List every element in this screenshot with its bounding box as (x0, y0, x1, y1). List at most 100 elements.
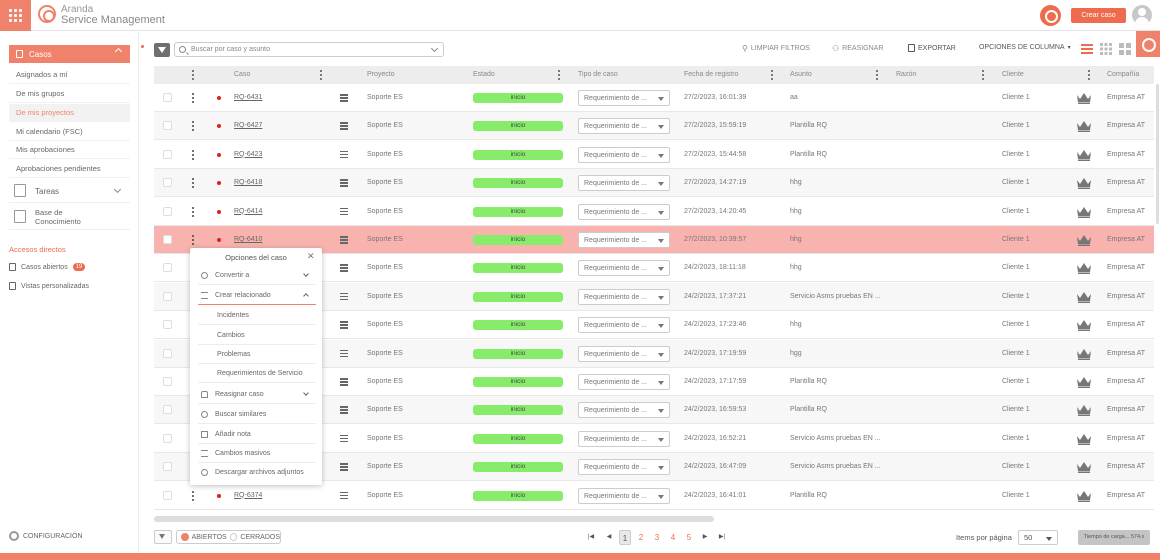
sidebar-item-pendientes[interactable]: Aprobaciones pendientes (9, 160, 130, 178)
header-menu-icon[interactable] (982, 70, 984, 80)
case-type-select[interactable]: Requerimiento de ... (578, 232, 670, 248)
case-link[interactable]: RQ-6414 (234, 198, 262, 226)
row-checkbox[interactable] (163, 405, 172, 415)
details-icon[interactable] (340, 491, 348, 500)
create-case-button[interactable]: Crear caso (1071, 8, 1126, 23)
menu-item-buscar-similares[interactable]: Buscar similares (198, 405, 316, 424)
details-icon[interactable] (340, 463, 348, 471)
details-icon[interactable] (340, 406, 348, 414)
menu-item-descargar-adjuntos[interactable]: Descargar archivos adjuntos (198, 463, 316, 482)
case-type-select[interactable]: Requerimiento de ... (578, 374, 670, 390)
cerrados-radio[interactable] (229, 533, 238, 541)
col-compania[interactable]: Compañía (1107, 66, 1139, 84)
row-checkbox[interactable] (163, 320, 172, 330)
user-avatar[interactable] (1132, 5, 1152, 25)
menu-item-convertir[interactable]: Convertir a (198, 266, 316, 285)
row-checkbox[interactable] (163, 462, 172, 472)
table-row[interactable]: RQ-6427 Soporte ES inicio Requerimiento de … (154, 112, 1154, 141)
col-caso[interactable]: Caso (234, 66, 250, 84)
row-checkbox[interactable] (163, 377, 172, 386)
menu-sub-cambios[interactable]: Cambios (198, 326, 316, 345)
col-asunto[interactable]: Asunto (790, 66, 812, 84)
sidebar-item-tareas[interactable]: Tareas (9, 181, 130, 203)
grid-view-icon[interactable] (1100, 43, 1112, 55)
row-checkbox[interactable] (163, 149, 172, 159)
table-row[interactable]: RQ-6423 Soporte ES inicio Requerimiento de … (154, 140, 1154, 169)
case-link[interactable]: RQ-6418 (234, 169, 262, 197)
case-type-select[interactable]: Requerimiento de ... (578, 487, 670, 504)
case-type-select[interactable]: Requerimiento de ... (578, 203, 670, 220)
case-type-select[interactable]: Requerimiento de ... (578, 430, 670, 447)
case-type-select[interactable]: Requerimiento de ... (578, 317, 670, 334)
card-view-icon[interactable] (1119, 43, 1131, 55)
details-icon[interactable] (340, 122, 348, 130)
case-type-select[interactable]: Requerimiento de ... (578, 175, 670, 192)
header-menu-icon[interactable] (558, 70, 560, 80)
row-checkbox[interactable] (163, 206, 172, 216)
configuracion-button[interactable]: CONFIGURACIÓN (9, 531, 83, 541)
first-page-icon[interactable]: |◀ (586, 530, 596, 545)
case-link[interactable]: RQ-6431 (234, 84, 262, 112)
sidebar-item-base-conocimiento[interactable]: Base de Conocimiento (9, 206, 130, 230)
search-box[interactable] (174, 42, 444, 57)
row-checkbox[interactable] (163, 490, 172, 500)
sidebar-item-asignados[interactable]: Asignados a mí (9, 66, 130, 84)
case-type-select[interactable]: Requerimiento de ... (578, 402, 670, 419)
footer-filter-button[interactable] (154, 530, 172, 544)
row-options-icon[interactable] (192, 93, 194, 103)
filter-button[interactable] (154, 43, 170, 57)
sidebar-item-grupos[interactable]: De mis grupos (9, 85, 130, 103)
row-options-icon[interactable] (192, 235, 194, 245)
case-link[interactable]: RQ-6427 (234, 112, 262, 140)
col-tipo[interactable]: Tipo de caso (578, 66, 618, 84)
page-4[interactable]: 4 (667, 530, 679, 545)
col-fecha[interactable]: Fecha de registro (684, 66, 738, 84)
menu-sub-requerimientos[interactable]: Requerimientos de Servicio (198, 364, 316, 383)
row-checkbox[interactable] (163, 291, 172, 301)
page-2[interactable]: 2 (635, 530, 647, 545)
items-per-page-select[interactable]: 50 (1018, 530, 1058, 545)
sidebar-casos-header[interactable]: Casos (9, 45, 130, 63)
menu-item-anadir-nota[interactable]: Añadir nota (198, 425, 316, 444)
search-input[interactable] (191, 44, 421, 55)
next-page-icon[interactable]: ▶ (700, 530, 710, 545)
details-icon[interactable] (340, 264, 348, 272)
table-row[interactable]: RQ-6418 Soporte ES inicio Requerimiento de … (154, 169, 1154, 198)
details-icon[interactable] (340, 94, 348, 102)
case-type-select[interactable]: Requerimiento de ... (578, 118, 670, 135)
menu-item-reasignar[interactable]: Reasignar caso (198, 385, 316, 404)
list-view-icon[interactable] (1081, 43, 1093, 55)
case-type-select[interactable]: Requerimiento de ... (578, 90, 670, 106)
horizontal-scrollbar[interactable] (154, 516, 714, 522)
row-checkbox[interactable] (163, 348, 172, 358)
col-razon[interactable]: Razón (896, 66, 916, 84)
prev-page-icon[interactable]: ◀ (604, 530, 614, 545)
row-checkbox[interactable] (163, 121, 172, 131)
menu-item-crear-relacionado[interactable]: Crear relacionado (198, 286, 316, 305)
header-menu-icon[interactable] (876, 70, 878, 80)
header-menu-icon[interactable] (1088, 70, 1090, 80)
menu-item-cambios-masivos[interactable]: Cambios masivos (198, 444, 316, 463)
table-row[interactable]: RQ-6414 Soporte ES inicio Requerimiento de … (154, 197, 1154, 226)
page-5[interactable]: 5 (683, 530, 695, 545)
case-type-select[interactable]: Requerimiento de ... (578, 146, 670, 163)
abiertos-radio[interactable] (181, 533, 189, 541)
row-options-icon[interactable] (192, 149, 194, 160)
case-type-select[interactable]: Requerimiento de ... (578, 288, 670, 305)
case-type-select[interactable]: Requerimiento de ... (578, 345, 670, 362)
details-icon[interactable] (340, 349, 348, 358)
row-checkbox[interactable] (163, 93, 172, 102)
details-icon[interactable] (340, 292, 348, 301)
row-options-icon[interactable] (192, 490, 194, 501)
col-cliente[interactable]: Cliente (1002, 66, 1024, 84)
export-button[interactable]: EXPORTAR (908, 44, 956, 52)
menu-sub-incidentes[interactable]: Incidentes (198, 306, 316, 325)
row-options-icon[interactable] (192, 206, 194, 217)
row-checkbox[interactable] (163, 263, 172, 273)
row-options-icon[interactable] (192, 121, 194, 132)
menu-sub-problemas[interactable]: Problemas (198, 345, 316, 364)
header-menu-icon[interactable] (192, 70, 194, 80)
open-closed-toggle[interactable]: ABIERTOS CERRADOS (176, 530, 281, 544)
row-checkbox[interactable] (163, 433, 172, 443)
header-menu-icon[interactable] (320, 70, 322, 80)
